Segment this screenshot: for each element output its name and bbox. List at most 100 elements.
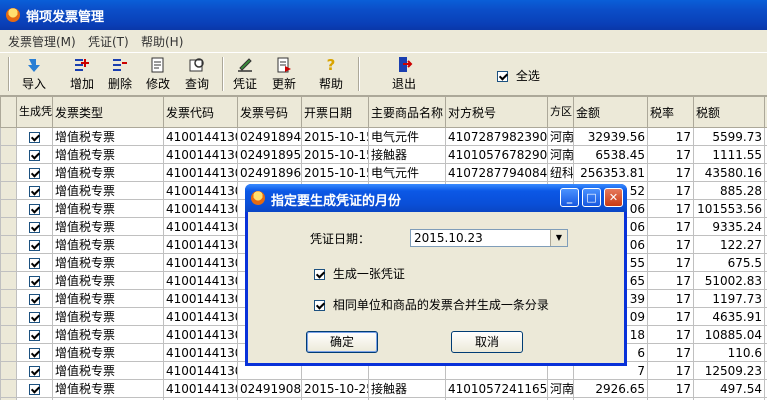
cell-invoice-code: 4100144130 — [163, 271, 238, 290]
row-indicator[interactable] — [0, 235, 17, 254]
col-invoice-type[interactable]: 发票类型 — [52, 96, 164, 128]
row-indicator[interactable] — [0, 307, 17, 326]
row-checkbox[interactable] — [29, 221, 40, 233]
minimize-button[interactable]: _ — [560, 188, 579, 207]
row-indicator[interactable] — [0, 145, 17, 164]
row-indicator[interactable] — [0, 325, 17, 344]
add-button[interactable]: 增加 — [65, 55, 99, 93]
row-indicator[interactable] — [0, 127, 17, 146]
exit-label: 退出 — [391, 77, 416, 91]
row-checkbox[interactable] — [29, 131, 40, 143]
cell-counterparty-tax-id: 410728798239028 — [445, 127, 548, 146]
row-checkbox[interactable] — [29, 257, 40, 269]
update-icon — [275, 56, 293, 74]
row-checkbox[interactable] — [29, 329, 40, 341]
table-row[interactable]: 增值税专票 4100144130 02491896 2015-10-15 电气元件 410… — [0, 163, 767, 182]
ok-button[interactable]: 确定 — [306, 331, 378, 353]
single-voucher-checkbox[interactable] — [314, 269, 325, 280]
table-row[interactable]: 增值税专票 4100144130 02491908 2015-10-25 接触器 4101… — [0, 379, 767, 398]
generate-voucher-cell[interactable] — [16, 289, 53, 308]
generate-voucher-cell[interactable] — [16, 253, 53, 272]
row-indicator[interactable] — [0, 181, 17, 200]
generate-voucher-cell[interactable] — [16, 217, 53, 236]
col-product-name[interactable]: 主要商品名称 — [368, 96, 446, 128]
table-row[interactable]: 增值税专票 4100144130 02491894 2015-10-15 电气元件 410… — [0, 127, 767, 146]
row-indicator[interactable] — [0, 343, 17, 362]
col-counterparty-tax-id[interactable]: 对方税号 — [445, 96, 548, 128]
row-indicator[interactable] — [0, 361, 17, 380]
row-checkbox[interactable] — [29, 365, 40, 377]
col-amount[interactable]: 金额 — [573, 96, 648, 128]
cell-issue-date: 2015-10-15 — [301, 145, 369, 164]
generate-voucher-cell[interactable] — [16, 361, 53, 380]
generate-voucher-cell[interactable] — [16, 163, 53, 182]
table-header-row: 生成凭证 发票类型 发票代码 发票号码 开票日期 主要商品名称 对方税号 方区 … — [0, 96, 767, 128]
close-button[interactable]: ✕ — [604, 188, 623, 207]
col-tax-amount[interactable]: 税额 — [693, 96, 765, 128]
menu-invoice-management[interactable]: 发票管理(M) — [8, 33, 76, 50]
generate-voucher-cell[interactable] — [16, 271, 53, 290]
generate-voucher-cell[interactable] — [16, 235, 53, 254]
row-indicator[interactable] — [0, 163, 17, 182]
menu-help[interactable]: 帮助(H) — [141, 33, 183, 50]
select-all-checkbox[interactable] — [497, 71, 508, 82]
col-region[interactable]: 方区 — [547, 96, 574, 128]
voucher-button[interactable]: 凭证 — [228, 55, 262, 93]
single-voucher-option[interactable]: 生成一张凭证 — [314, 265, 405, 282]
voucher-icon — [236, 56, 254, 74]
delete-button[interactable]: 删除 — [103, 55, 137, 93]
cell-issue-date: 2015-10-25 — [301, 379, 369, 398]
voucher-date-select[interactable]: 2015.10.23 ▼ — [410, 229, 568, 247]
row-checkbox[interactable] — [29, 347, 40, 359]
col-generate-voucher[interactable]: 生成凭证 — [16, 96, 53, 128]
cell-issue-date: 2015-10-15 — [301, 127, 369, 146]
col-issue-date[interactable]: 开票日期 — [301, 96, 369, 128]
row-checkbox[interactable] — [29, 203, 40, 215]
generate-voucher-cell[interactable] — [16, 145, 53, 164]
row-indicator[interactable] — [0, 199, 17, 218]
maximize-button[interactable]: □ — [582, 188, 601, 207]
chevron-down-icon[interactable]: ▼ — [550, 230, 567, 246]
exit-button[interactable]: 退出 — [387, 55, 421, 93]
col-invoice-code[interactable]: 发票代码 — [163, 96, 238, 128]
row-checkbox[interactable] — [29, 275, 40, 287]
update-button[interactable]: 更新 — [267, 55, 301, 93]
row-indicator[interactable] — [0, 271, 17, 290]
generate-voucher-cell[interactable] — [16, 343, 53, 362]
generate-voucher-cell[interactable] — [16, 127, 53, 146]
row-indicator[interactable] — [0, 253, 17, 272]
table-row[interactable]: 增值税专票 4100144130 02491895 2015-10-15 接触器 4101… — [0, 145, 767, 164]
row-checkbox[interactable] — [29, 293, 40, 305]
row-checkbox[interactable] — [29, 167, 40, 179]
col-tax-rate[interactable]: 税率 — [647, 96, 694, 128]
merge-entries-option[interactable]: 相同单位和商品的发票合并生成一条分录 — [314, 296, 549, 313]
row-indicator[interactable] — [0, 217, 17, 236]
cell-tax-rate: 17 — [647, 343, 694, 362]
merge-entries-checkbox[interactable] — [314, 300, 325, 311]
generate-voucher-cell[interactable] — [16, 181, 53, 200]
row-checkbox[interactable] — [29, 185, 40, 197]
cell-tax-amount: 885.28 — [693, 181, 765, 200]
row-checkbox[interactable] — [29, 239, 40, 251]
row-checkbox[interactable] — [29, 383, 40, 395]
generate-voucher-cell[interactable] — [16, 199, 53, 218]
edit-button[interactable]: 修改 — [141, 55, 175, 93]
row-indicator[interactable] — [0, 379, 17, 398]
cell-invoice-code: 4100144130 — [163, 181, 238, 200]
generate-voucher-cell[interactable] — [16, 379, 53, 398]
generate-voucher-cell[interactable] — [16, 325, 53, 344]
col-invoice-number[interactable]: 发票号码 — [237, 96, 302, 128]
cancel-button[interactable]: 取消 — [451, 331, 523, 353]
query-button[interactable]: 查询 — [180, 55, 214, 93]
row-indicator[interactable] — [0, 289, 17, 308]
row-checkbox[interactable] — [29, 149, 40, 161]
row-checkbox[interactable] — [29, 311, 40, 323]
menu-voucher[interactable]: 凭证(T) — [88, 33, 129, 50]
generate-voucher-cell[interactable] — [16, 307, 53, 326]
exit-icon — [395, 56, 413, 74]
cell-invoice-type: 增值税专票 — [52, 199, 164, 218]
select-all[interactable]: 全选 — [497, 67, 540, 84]
toolbar-grip — [8, 57, 10, 91]
import-button[interactable]: 导入 — [17, 55, 51, 93]
help-button[interactable]: ? 帮助 — [314, 55, 348, 93]
